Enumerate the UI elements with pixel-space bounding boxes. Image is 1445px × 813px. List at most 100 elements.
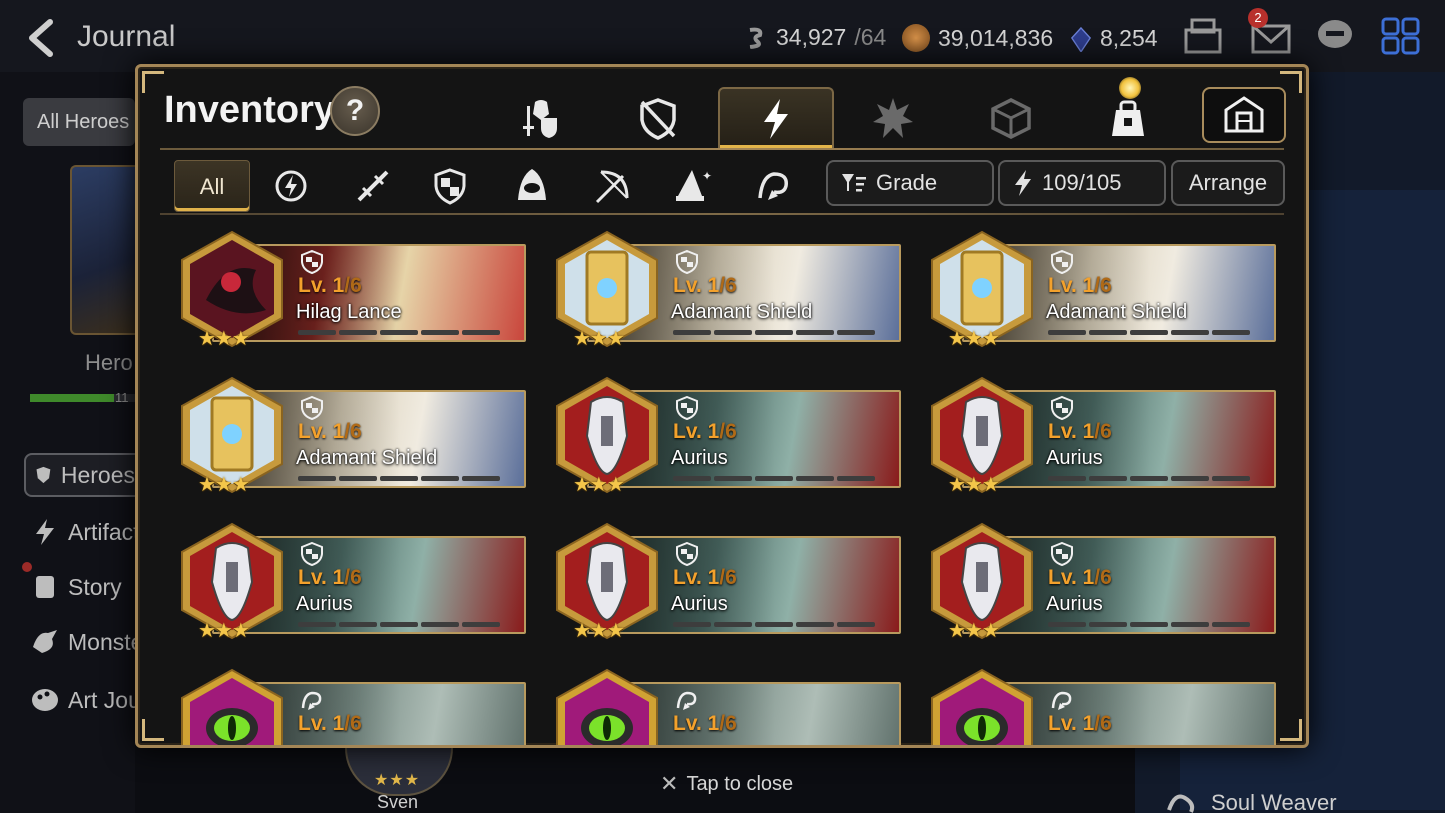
artifact-card[interactable]: ★★★ Lv. 1/6 — [551, 668, 903, 745]
skystone-counter[interactable]: 8,254 — [1070, 24, 1158, 52]
artifact-level-max: /6 — [1094, 274, 1112, 297]
filter-warrior-icon[interactable] — [353, 166, 393, 206]
artifact-level: Lv. 1/6 — [673, 566, 737, 590]
enhance-progress — [298, 476, 500, 481]
artifact-stars: ★★★ — [573, 474, 625, 496]
palette-icon — [32, 689, 58, 711]
hero-stars: ★★★ — [374, 772, 421, 789]
artifact-level-max: /6 — [719, 566, 737, 589]
artifact-level: Lv. 1/6 — [1048, 566, 1112, 590]
artifact-level-value: Lv. 1 — [673, 420, 720, 443]
artifact-card[interactable]: ★★★ Lv. 1/6 Aurius — [176, 522, 528, 642]
new-item-indicator — [1119, 77, 1141, 99]
artifact-name: Adamant Shield — [1046, 301, 1188, 323]
soul-weaver-icon — [301, 691, 322, 710]
sidebar-item-label: Story — [68, 573, 122, 600]
tap-to-close[interactable]: ✕ Tap to close — [660, 771, 793, 797]
artifact-icon — [931, 668, 1033, 745]
filter-mage-icon[interactable]: ✦ — [672, 166, 712, 206]
artifact-level: Lv. 1/6 — [673, 712, 737, 736]
artifact-name: Aurius — [671, 593, 728, 615]
mail-badge: 2 — [1248, 8, 1268, 28]
artifact-card[interactable]: ★★★ Lv. 1/6 Aurius — [551, 522, 903, 642]
collection-progress-number: 11 — [115, 390, 129, 405]
gold-coin-icon — [902, 24, 930, 52]
artifact-name: Adamant Shield — [296, 447, 438, 469]
scroll-icon — [36, 576, 54, 598]
artifact-level: Lv. 1/6 — [1048, 420, 1112, 444]
artifact-level: Lv. 1/6 — [298, 566, 362, 590]
dragon-icon — [33, 630, 57, 653]
storage-button[interactable] — [1202, 87, 1286, 143]
artifact-name: Adamant Shield — [671, 301, 813, 323]
tap-to-close-label: Tap to close — [686, 772, 794, 795]
capacity-value: 109/105 — [1042, 170, 1122, 195]
artifact-level: Lv. 1/6 — [298, 420, 362, 444]
artifact-card[interactable]: ★★★ Lv. 1/6 Adamant Shield — [176, 376, 528, 496]
enhance-progress — [673, 622, 875, 627]
menu-grid-icon[interactable] — [1380, 16, 1422, 56]
page-title: Journal — [77, 20, 176, 53]
tab-divider — [160, 148, 1284, 150]
tab-crafting[interactable] — [953, 87, 1069, 149]
filter-soul-weaver-icon[interactable] — [754, 166, 794, 206]
artifact-card[interactable]: ★★★ Lv. 1/6 Adamant Shield — [551, 230, 903, 350]
sidebar-item-heroes[interactable]: Heroes — [24, 453, 135, 497]
knight-shield-icon — [676, 396, 698, 420]
artifact-card[interactable]: ★★★ Lv. 1/6 — [926, 668, 1278, 745]
filter-thief-icon[interactable] — [512, 166, 552, 206]
hero-filter-dropdown[interactable]: All Heroes — [23, 98, 135, 146]
artifact-stars: ★★★ — [948, 620, 1000, 642]
back-arrow-icon[interactable] — [22, 18, 62, 58]
enhance-progress — [673, 476, 875, 481]
artifact-level-max: /6 — [344, 274, 362, 297]
artifact-card[interactable]: ★★★ Lv. 1/6 Adamant Shield — [926, 230, 1278, 350]
stamina-counter[interactable]: 34,927/64 — [744, 24, 886, 51]
gold-counter[interactable]: 39,014,836 — [902, 24, 1053, 52]
enhance-progress — [1048, 330, 1250, 335]
artifact-stars: ★★★ — [198, 620, 250, 642]
artifact-card[interactable]: ★★★ Lv. 1/6 — [176, 668, 528, 745]
filter-ranger-icon[interactable] — [593, 166, 633, 206]
capacity-display: 109/105 — [998, 160, 1166, 206]
help-button[interactable]: ? — [330, 86, 380, 136]
artifact-icon — [556, 668, 658, 745]
catalyst-icon — [873, 98, 913, 138]
tab-artifacts[interactable] — [718, 87, 834, 149]
sidebar-item-story[interactable]: Story — [30, 565, 122, 609]
enhance-progress — [298, 330, 500, 335]
artifact-stars: ★★★ — [198, 474, 250, 496]
hero-mask-icon — [36, 466, 51, 484]
filter-all[interactable]: All — [174, 160, 250, 212]
shop-icon[interactable] — [1182, 16, 1224, 56]
close-icon: ✕ — [660, 771, 679, 796]
arrange-button[interactable]: Arrange — [1171, 160, 1285, 206]
artifact-stars: ★★★ — [573, 328, 625, 350]
enhance-progress — [673, 330, 875, 335]
artifact-level-max: /6 — [1094, 566, 1112, 589]
artifact-card[interactable]: ★★★ Lv. 1/6 Hilag Lance — [176, 230, 528, 350]
enhance-progress — [298, 622, 500, 627]
journal-book-art — [70, 165, 135, 335]
chat-icon[interactable] — [1314, 16, 1356, 56]
artifact-level-value: Lv. 1 — [298, 274, 345, 297]
artifact-level: Lv. 1/6 — [298, 712, 362, 736]
tab-unequipped[interactable] — [600, 87, 716, 149]
artifact-stars: ★★★ — [948, 328, 1000, 350]
filter-universal-icon[interactable] — [271, 166, 311, 206]
filter-knight-icon[interactable] — [430, 166, 470, 206]
artifact-card[interactable]: ★★★ Lv. 1/6 Aurius — [551, 376, 903, 496]
artifact-card[interactable]: ★★★ Lv. 1/6 Aurius — [926, 522, 1278, 642]
artifact-level-value: Lv. 1 — [298, 712, 345, 735]
tab-equipment[interactable] — [483, 87, 599, 149]
sidebar-item-artifacts[interactable]: Artifacts — [30, 510, 151, 554]
artifact-level-max: /6 — [1094, 420, 1112, 443]
skystone-icon — [1070, 26, 1092, 52]
armor-icon — [523, 100, 557, 138]
top-bar — [0, 0, 1445, 72]
sort-grade-dropdown[interactable]: Grade — [826, 160, 994, 206]
artifact-card[interactable]: ★★★ Lv. 1/6 Aurius — [926, 376, 1278, 496]
tab-materials[interactable] — [835, 87, 951, 149]
filter-divider — [160, 213, 1284, 215]
inventory-modal: Inventory ? All ✦ Grade 109/105 Arrange … — [135, 64, 1309, 748]
